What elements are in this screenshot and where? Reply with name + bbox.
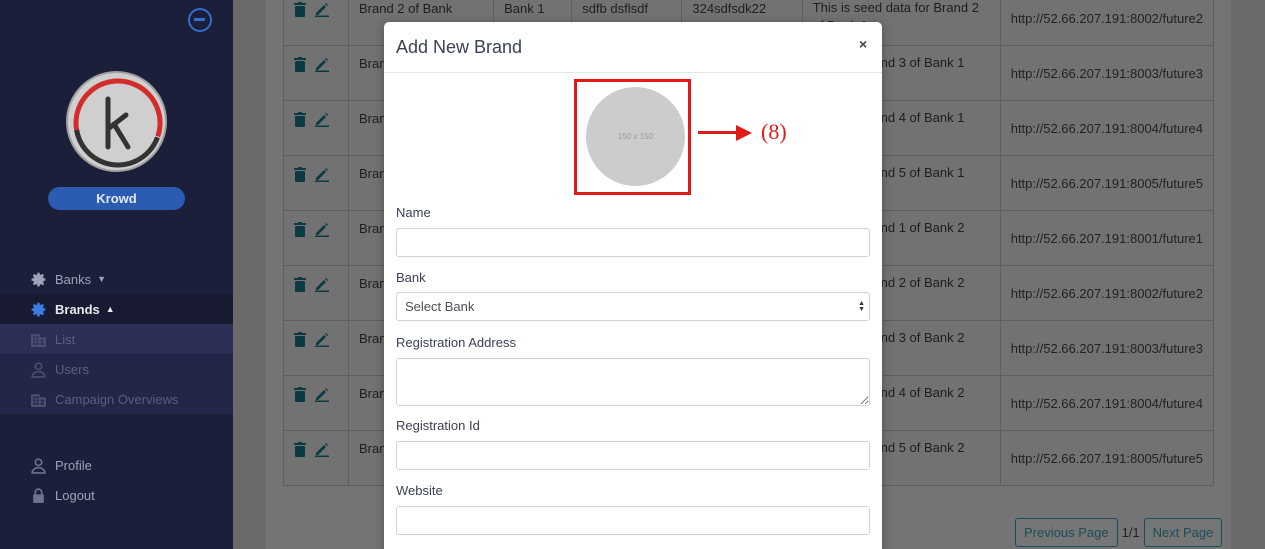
- website-label: Website: [396, 483, 443, 498]
- collapse-sidebar-icon[interactable]: [188, 8, 212, 32]
- row-actions: [283, 155, 349, 211]
- next-page-button[interactable]: Next Page: [1143, 518, 1223, 547]
- website-input[interactable]: [396, 506, 870, 535]
- pagination: Previous Page 1/1 Next Page: [1015, 518, 1223, 547]
- registration-id-input[interactable]: [396, 441, 870, 470]
- edit-icon[interactable]: [314, 1, 329, 17]
- sidebar-item-label: Campaign Overviews: [55, 391, 179, 407]
- modal-header: Add New Brand ×: [384, 22, 882, 73]
- annotation-label: (8): [761, 119, 787, 144]
- avatar: [66, 71, 167, 172]
- row-actions: [283, 320, 349, 376]
- trash-icon[interactable]: [294, 112, 308, 128]
- sidebar-item-label: Logout: [55, 487, 95, 503]
- trash-icon[interactable]: [294, 222, 308, 238]
- trash-icon[interactable]: [294, 387, 308, 403]
- brands-submenu: List Users Campaign Overviews: [0, 324, 233, 414]
- row-actions: [283, 0, 349, 46]
- trash-icon[interactable]: [294, 442, 308, 458]
- sidebar-item-brands[interactable]: Brands ▲: [0, 294, 233, 324]
- brand-name-badge[interactable]: Krowd: [48, 187, 185, 210]
- gear-icon: [30, 271, 47, 288]
- url-cell: http://52.66.207.191:8002/future2: [999, 0, 1215, 46]
- user-icon: [30, 361, 47, 378]
- trash-icon[interactable]: [294, 57, 308, 73]
- trash-icon[interactable]: [294, 332, 308, 348]
- previous-page-button[interactable]: Previous Page: [1015, 518, 1118, 547]
- url-cell: http://52.66.207.191:8005/future5: [999, 155, 1215, 211]
- sidebar-item-campaign-overviews[interactable]: Campaign Overviews: [0, 384, 233, 414]
- sidebar-item-banks[interactable]: Banks ▼: [0, 264, 233, 294]
- page-indicator: 1/1: [1121, 525, 1140, 540]
- name-input[interactable]: [396, 228, 870, 257]
- url-cell: http://52.66.207.191:8002/future2: [999, 265, 1215, 321]
- registration-address-textarea[interactable]: [396, 358, 870, 406]
- sidebar-item-users[interactable]: Users: [0, 354, 233, 384]
- building-icon: [30, 391, 47, 408]
- edit-icon[interactable]: [314, 276, 329, 292]
- url-cell: http://52.66.207.191:8004/future4: [999, 375, 1215, 431]
- lock-icon: [30, 487, 47, 504]
- brand-image-upload[interactable]: 150 x 150: [586, 87, 685, 186]
- row-actions: [283, 100, 349, 156]
- sidebar-item-label: Profile: [55, 457, 92, 473]
- edit-icon[interactable]: [314, 441, 329, 457]
- edit-icon[interactable]: [314, 221, 329, 237]
- gear-icon: [30, 301, 47, 318]
- url-cell: http://52.66.207.191:8003/future3: [999, 45, 1215, 101]
- sidebar-item-label: Users: [55, 361, 89, 377]
- sidebar-item-logout[interactable]: Logout: [0, 480, 233, 510]
- trash-icon[interactable]: [294, 167, 308, 183]
- url-cell: http://52.66.207.191:8001/future1: [999, 210, 1215, 266]
- row-actions: [283, 375, 349, 431]
- registration-address-label: Registration Address: [396, 335, 516, 350]
- edit-icon[interactable]: [314, 386, 329, 402]
- annotation-highlight-box: 150 x 150: [574, 79, 691, 195]
- edit-icon[interactable]: [314, 166, 329, 182]
- edit-icon[interactable]: [314, 111, 329, 127]
- sidebar: Krowd Banks ▼ Brands ▲ List Users Campai…: [0, 0, 233, 549]
- sidebar-item-label: Banks: [55, 271, 92, 287]
- annotation-arrow-head: [736, 125, 752, 141]
- modal-title: Add New Brand: [396, 37, 523, 57]
- user-icon: [30, 457, 47, 474]
- building-icon: [30, 331, 47, 348]
- bank-select[interactable]: Select Bank ▲ ▼: [396, 292, 870, 321]
- row-actions: [283, 430, 349, 486]
- url-cell: http://52.66.207.191:8005/future5: [999, 430, 1215, 486]
- registration-id-label: Registration Id: [396, 418, 480, 433]
- url-cell: http://52.66.207.191:8004/future4: [999, 100, 1215, 156]
- bank-select-value: Select Bank: [405, 299, 475, 314]
- sidebar-item-label: List: [55, 331, 76, 347]
- sidebar-menu: Banks ▼ Brands ▲ List Users Campaign Ove…: [0, 264, 233, 414]
- sidebar-item-profile[interactable]: Profile: [0, 450, 233, 480]
- sidebar-item-list[interactable]: List: [0, 324, 233, 354]
- add-brand-modal: Add New Brand × 150 x 150 (8) Name Bank …: [384, 22, 882, 549]
- row-actions: [283, 210, 349, 266]
- edit-icon[interactable]: [314, 56, 329, 72]
- annotation-arrow: [698, 131, 740, 134]
- trash-icon[interactable]: [294, 2, 308, 18]
- url-cell: http://52.66.207.191:8003/future3: [999, 320, 1215, 376]
- select-arrows-icon: ▲ ▼: [858, 300, 865, 313]
- sidebar-bottom-menu: Profile Logout: [0, 450, 233, 510]
- caret-down-icon: ▼: [97, 274, 107, 284]
- trash-icon[interactable]: [294, 277, 308, 293]
- name-label: Name: [396, 205, 431, 220]
- sidebar-item-label: Brands: [55, 301, 100, 317]
- edit-icon[interactable]: [314, 331, 329, 347]
- close-icon[interactable]: ×: [859, 36, 867, 52]
- row-actions: [283, 45, 349, 101]
- caret-up-icon: ▲: [105, 304, 115, 314]
- row-actions: [283, 265, 349, 321]
- bank-label: Bank: [396, 270, 426, 285]
